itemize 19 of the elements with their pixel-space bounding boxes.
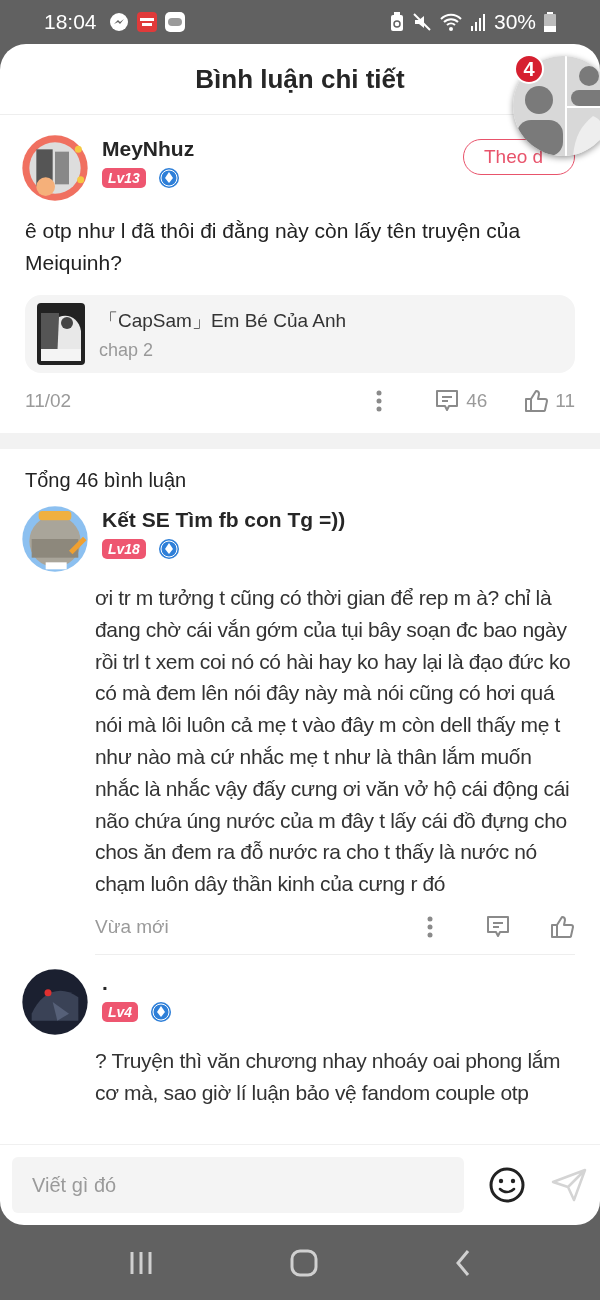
level-badge: Lv13 [102,168,146,188]
level-badge: Lv18 [102,539,146,559]
level-badge: Lv4 [102,1001,139,1022]
battery-level: 30% [493,10,536,34]
story-card[interactable]: 「CapSam」Em Bé Của Anh chap 2 [25,295,575,373]
clock: 18:04 [44,10,97,34]
username[interactable]: Kết SE Tìm fb con Tg =)) [102,508,575,532]
username[interactable]: MeyNhuz [102,137,451,161]
comment-time: Vừa mới [95,915,169,938]
comment-date: 11/02 [25,390,72,412]
story-title: 「CapSam」Em Bé Của Anh [99,308,347,333]
comment-count: Tổng 46 bình luận [24,468,188,493]
comment-text: ? Truyện thì văn chương nhay nhoáy oai phong lắm cơ mà, sao giờ lí luận bảo vệ fandom couple otp [95,1047,562,1106]
comment-text: ê otp như l đã thôi đi đằng này còn lấy tên truyện của Meiquinh? [25,218,522,276]
page-title: Bình luận chi tiết [195,63,405,95]
comment-text: ơi tr m tưởng t cũng có thời gian để rep m à? chỉ là đang chờ cái vắn gớm của tụi bây soạn đc bao ngày rồi trl t xem coi nó có hài hay ko hay lại là đạo đức ko có mà đem lên nói đây này mà nói cũng có hơi quá nói mà lôi luôn cả mẹ t vào đây m còn dell thấy mẹ t như nào mà cứ nhắc mẹ t như là thân lắm muốn nhắc là nhắc vậy đấy cưng ơi văn vở hộ cái động cái não chứa úng nước của m đây t lấy cái đồ đựng cho chos ăn đem ra đỗ nước ra cho t thấy là nước nó chạm luôn dây thần kinh của cưng r đó [95,585,572,898]
comment-input[interactable]: Viết gì đó [12,1157,464,1213]
username[interactable]: . [102,970,575,995]
chapter-label: chap 2 [99,339,155,361]
